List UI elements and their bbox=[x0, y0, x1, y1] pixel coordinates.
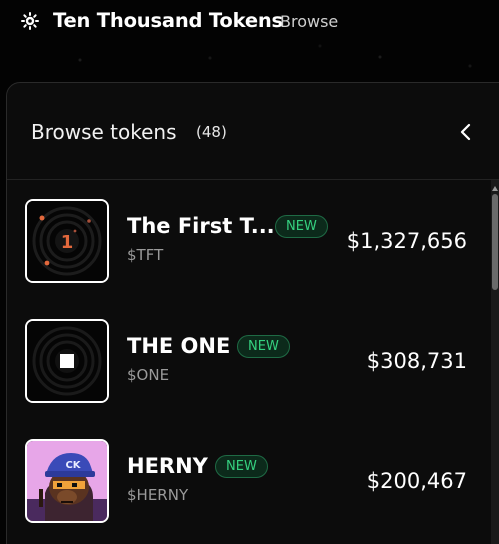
token-name: THE ONE bbox=[127, 334, 231, 358]
new-badge: NEW bbox=[275, 215, 328, 238]
chevron-left-icon bbox=[460, 123, 471, 141]
token-thumbnail: CK bbox=[25, 439, 109, 523]
token-ticker: $ONE bbox=[127, 366, 170, 384]
panel-header: Browse tokens (48) bbox=[7, 83, 499, 180]
token-price: $1,327,656 bbox=[346, 229, 467, 253]
token-name: The First T... bbox=[127, 214, 275, 238]
scrollbar[interactable] bbox=[491, 180, 499, 544]
token-ticker: $TFT bbox=[127, 246, 164, 264]
scroll-up-arrow-icon[interactable] bbox=[491, 180, 499, 192]
token-price: $308,731 bbox=[366, 349, 467, 373]
panel-title: Browse tokens bbox=[31, 120, 177, 144]
thumb-label: 1 bbox=[61, 232, 74, 253]
new-badge: NEW bbox=[215, 455, 268, 478]
new-badge: NEW bbox=[237, 335, 290, 358]
app-title[interactable]: Ten Thousand Tokens bbox=[53, 9, 283, 32]
token-thumbnail bbox=[25, 319, 109, 403]
token-count: (48) bbox=[196, 123, 227, 141]
token-row[interactable]: THE ONE NEW $ONE $308,731 bbox=[7, 301, 497, 421]
token-name: HERNY bbox=[127, 454, 208, 478]
sun-gear-icon[interactable] bbox=[20, 11, 40, 31]
cap-logo-label: CK bbox=[65, 460, 81, 471]
collapse-panel-button[interactable] bbox=[453, 119, 479, 145]
token-price: $200,467 bbox=[366, 469, 467, 493]
token-ticker: $HERNY bbox=[127, 486, 189, 504]
scrollbar-thumb[interactable] bbox=[492, 194, 498, 290]
nav-browse-link[interactable]: Browse bbox=[280, 12, 338, 31]
top-bar: Ten Thousand Tokens Browse bbox=[0, 0, 499, 44]
token-thumbnail: 1 bbox=[25, 199, 109, 283]
token-row[interactable]: 1 The First T... NEW $TFT $1,327,656 bbox=[7, 181, 497, 301]
token-row[interactable]: CK HERNY NEW $HERNY $200,467 bbox=[7, 421, 497, 541]
browse-tokens-panel: Browse tokens (48) 1 The First T... NEW … bbox=[6, 82, 499, 544]
